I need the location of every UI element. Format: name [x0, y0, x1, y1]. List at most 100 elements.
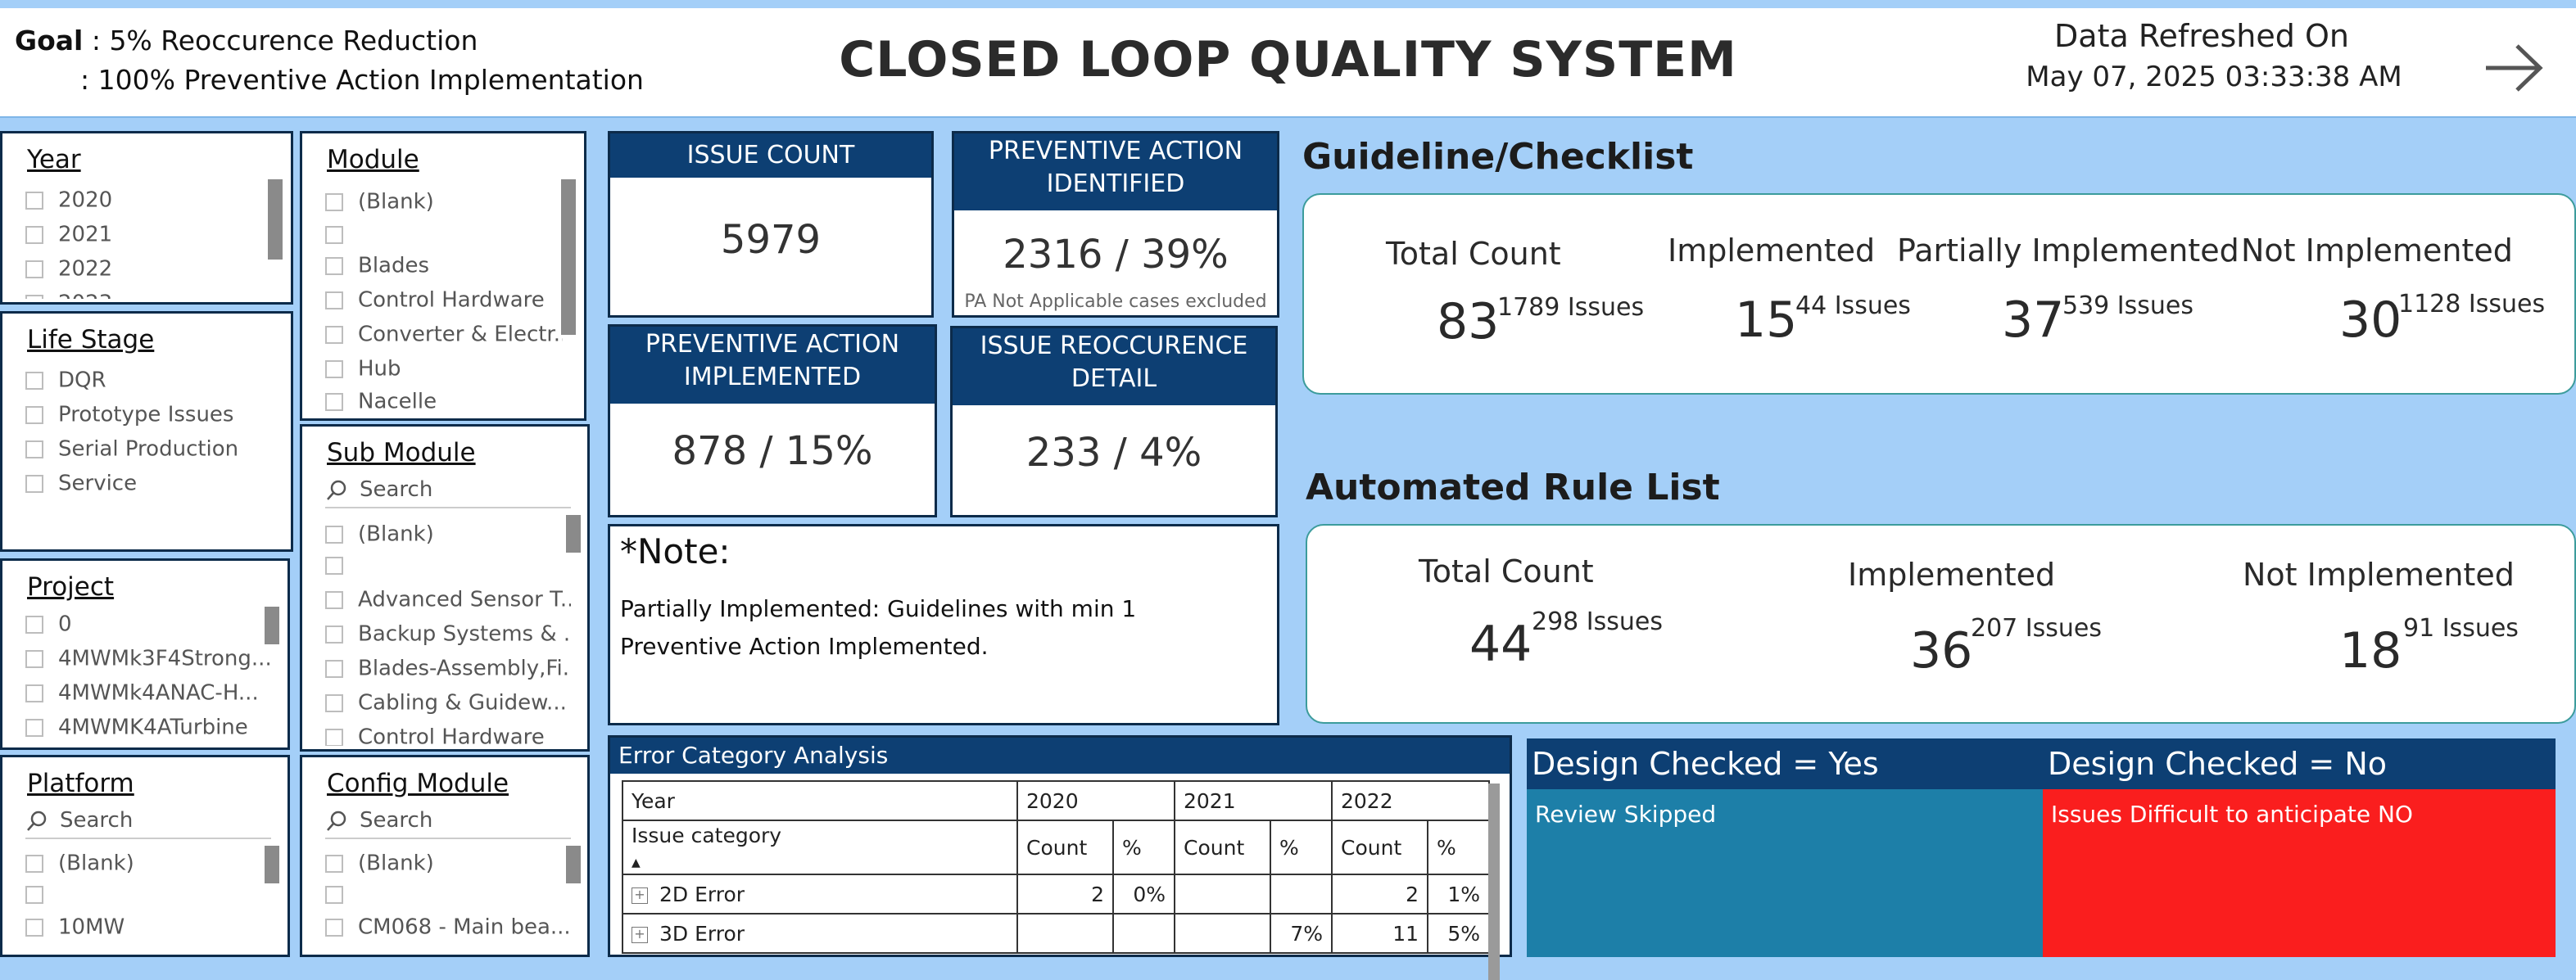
config-module-search[interactable]: Search	[325, 808, 571, 839]
issue-category-header[interactable]: Issue category ▲	[622, 820, 1018, 875]
sub-module-option[interactable]: Control Hardware	[325, 723, 545, 746]
checkbox[interactable]	[25, 191, 43, 210]
module-option[interactable]	[325, 220, 358, 248]
checkbox[interactable]	[325, 325, 343, 344]
checkbox[interactable]	[325, 728, 343, 746]
platform-option[interactable]: 10MW	[25, 913, 124, 941]
checkbox[interactable]	[325, 291, 343, 309]
checkbox[interactable]	[25, 474, 43, 493]
error-category-analysis: Error Category Analysis Year 2020 2021 2…	[608, 735, 1512, 980]
error-table-scrollbar[interactable]	[1488, 784, 1500, 980]
module-scrollbar[interactable]	[561, 179, 576, 335]
category-cell[interactable]: +2D Error	[622, 874, 1018, 915]
checkbox[interactable]	[25, 854, 43, 873]
sub-module-search[interactable]: Search	[325, 477, 571, 508]
year-option-2021[interactable]: 2021	[25, 220, 112, 248]
checkbox[interactable]	[325, 693, 343, 712]
search-placeholder: Search	[360, 808, 433, 833]
checkbox[interactable]	[25, 405, 43, 424]
checkbox[interactable]	[325, 192, 343, 211]
checkbox[interactable]	[325, 590, 343, 609]
checkbox[interactable]	[325, 885, 343, 904]
module-option[interactable]: Control Hardware	[325, 286, 545, 314]
platform-scrollbar[interactable]	[265, 846, 279, 883]
rules-not-label: Not Implemented	[2243, 557, 2515, 593]
review-skipped-tile[interactable]: Review Skipped	[1527, 789, 2043, 957]
checkbox[interactable]	[25, 918, 43, 937]
design-checked-yes-panel: Design Checked = Yes Review Skipped	[1527, 738, 2043, 957]
module-option[interactable]: (Blank)	[325, 187, 434, 215]
config-module-scrollbar[interactable]	[566, 846, 581, 883]
checkbox[interactable]	[325, 918, 343, 937]
sub-module-option[interactable]: (Blank)	[325, 520, 434, 548]
checkbox[interactable]	[325, 359, 343, 378]
platform-search[interactable]: Search	[25, 808, 271, 839]
year-option-2022[interactable]: 2022	[25, 255, 112, 282]
checkbox[interactable]	[25, 371, 43, 390]
year-option-2020[interactable]: 2020	[25, 186, 112, 214]
sub-module-option[interactable]	[325, 551, 358, 579]
issues-difficult-tile[interactable]: Issues Difficult to anticipate NO	[2043, 789, 2556, 957]
expand-icon[interactable]: +	[632, 887, 648, 904]
module-option[interactable]: Nacelle	[325, 387, 437, 415]
sub-module-option[interactable]: Blades-Assembly,Fi...	[325, 654, 571, 682]
sub-module-option[interactable]: Advanced Sensor T...	[325, 585, 571, 613]
checkbox[interactable]	[25, 649, 43, 668]
checkbox[interactable]	[325, 256, 343, 275]
checkbox[interactable]	[325, 854, 343, 873]
guideline-partial-issues: 539 Issues	[2062, 291, 2194, 320]
year-option-2023[interactable]: 2023	[25, 289, 112, 299]
error-category-title: Error Category Analysis	[610, 738, 1510, 774]
module-option[interactable]: Hub	[325, 355, 401, 382]
checkbox[interactable]	[325, 225, 343, 244]
config-module-slicer: Config Module Search (Blank) CM068 - Mai…	[300, 755, 590, 957]
platform-option[interactable]	[25, 880, 58, 908]
checkbox[interactable]	[25, 225, 43, 244]
checkbox[interactable]	[325, 525, 343, 544]
sub-module-scrollbar[interactable]	[566, 515, 581, 553]
checkbox[interactable]	[325, 392, 343, 411]
checkbox[interactable]	[25, 684, 43, 702]
expand-icon[interactable]: +	[632, 926, 648, 943]
life-stage-option[interactable]: Prototype Issues	[25, 400, 233, 428]
sub-module-option[interactable]: Cabling & Guidew...	[325, 689, 571, 716]
year-scrollbar[interactable]	[268, 179, 283, 260]
project-option[interactable]: 4MWMk4ANAC-H...	[25, 679, 271, 707]
checkbox[interactable]	[25, 260, 43, 278]
config-module-option[interactable]	[325, 880, 358, 908]
platform-option[interactable]: (Blank)	[25, 849, 134, 877]
sub-module-option[interactable]: Backup Systems & ...	[325, 620, 571, 648]
project-slicer-title: Project	[27, 572, 115, 602]
life-stage-option[interactable]: Service	[25, 469, 137, 497]
design-checked-no-title: Design Checked = No	[2043, 738, 2556, 789]
module-option[interactable]: Blades	[325, 251, 429, 279]
config-module-option[interactable]: (Blank)	[325, 849, 434, 877]
search-placeholder: Search	[360, 477, 433, 502]
note-title: *Note:	[620, 531, 731, 571]
checkbox[interactable]	[325, 659, 343, 678]
checkbox[interactable]	[25, 718, 43, 737]
project-option[interactable]: 0	[25, 610, 72, 638]
category-cell[interactable]: +3D Error	[622, 913, 1018, 954]
life-stage-option[interactable]: Serial Production	[25, 435, 238, 463]
checkbox[interactable]	[325, 556, 343, 575]
checkbox[interactable]	[25, 885, 43, 904]
arrow-right-icon[interactable]	[2481, 39, 2547, 97]
module-option[interactable]: Converter & Electr...	[325, 320, 563, 348]
pct-cell: 1%	[1427, 874, 1490, 915]
guideline-not-value: 30	[2339, 291, 2402, 349]
pa-implemented-label: PREVENTIVE ACTION IMPLEMENTED	[610, 327, 935, 404]
checkbox[interactable]	[25, 615, 43, 634]
rules-not-issues: 91 Issues	[2403, 614, 2519, 643]
checkbox[interactable]	[25, 440, 43, 458]
checkbox[interactable]	[325, 625, 343, 644]
life-stage-option[interactable]: DQR	[25, 366, 106, 394]
table-row: +2D Error 2 0% 2 1%	[622, 874, 1490, 915]
config-module-option[interactable]: CM068 - Main bea...	[325, 913, 579, 941]
project-option[interactable]: 4MWMk3F4Strong...	[25, 644, 271, 672]
design-checked-yes-title: Design Checked = Yes	[1527, 738, 2043, 789]
pa-identified-card: PREVENTIVE ACTION IDENTIFIED 2316 / 39% P…	[952, 131, 1279, 318]
checkbox[interactable]	[25, 294, 43, 299]
project-option[interactable]: 4MWMK4ATurbine	[25, 713, 271, 741]
project-scrollbar[interactable]	[265, 607, 279, 644]
